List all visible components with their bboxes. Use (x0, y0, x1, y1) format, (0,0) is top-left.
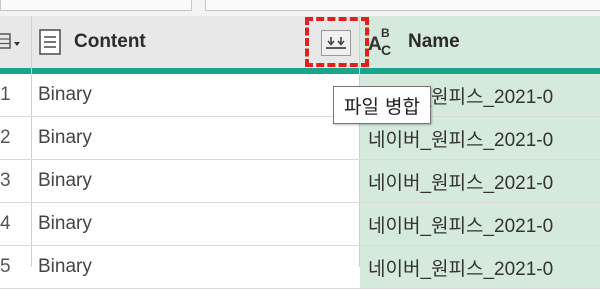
table-row: 2 Binary 네이버_원피스_2021-0 (0, 117, 600, 160)
row-number: 3 (0, 170, 11, 191)
column-header-content[interactable]: Content (38, 16, 300, 68)
table-row: 3 Binary 네이버_원피스_2021-0 (0, 160, 600, 203)
column-title-content: Content (74, 31, 146, 52)
formula-box-right (205, 0, 600, 11)
text-type-icon: A B C (368, 24, 404, 60)
content-cell[interactable]: Binary (38, 246, 358, 288)
type-glyph-b: B (381, 26, 390, 40)
table-row: 4 Binary 네이버_원피스_2021-0 (0, 203, 600, 246)
type-glyph-c: C (381, 42, 392, 58)
type-glyph-a: A (368, 34, 382, 55)
table-row: 5 Binary 네이버_원피스_2021-0 (0, 246, 600, 289)
row-number: 2 (0, 127, 11, 148)
content-cell[interactable]: Binary (38, 74, 358, 116)
table-row: 1 Binary 네이버_원피스_2021-0 (0, 74, 600, 117)
row-number: 5 (0, 256, 11, 277)
table-menu-button[interactable] (0, 16, 32, 68)
list-document-icon (38, 28, 64, 56)
content-cell[interactable]: Binary (38, 203, 358, 245)
table-icon (0, 31, 24, 53)
name-cell[interactable]: 네이버_원피스_2021-0 (360, 246, 600, 288)
content-cell[interactable]: Binary (38, 117, 358, 159)
name-cell[interactable]: 네이버_원피스_2021-0 (360, 203, 600, 245)
formula-box-left (0, 0, 192, 11)
column-header-name[interactable]: A B C Name (368, 16, 600, 68)
name-cell[interactable]: 네이버_원피스_2021-0 (360, 160, 600, 202)
combine-files-tooltip: 파일 병합 (333, 86, 431, 124)
row-number: 1 (0, 84, 11, 105)
row-number: 4 (0, 213, 11, 234)
column-title-name: Name (408, 31, 460, 52)
content-cell[interactable]: Binary (38, 160, 358, 202)
